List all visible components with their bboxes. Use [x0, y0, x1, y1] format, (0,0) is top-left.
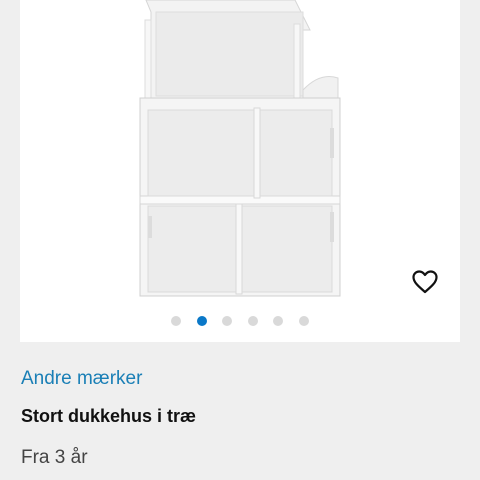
gallery-pagination	[20, 316, 460, 326]
gallery-dot[interactable]	[196, 316, 207, 326]
brand-link[interactable]: Andre mærker	[21, 368, 142, 390]
gallery-dot[interactable]	[247, 316, 258, 326]
heart-outline-icon	[412, 270, 438, 294]
gallery-dot[interactable]	[222, 316, 233, 326]
product-image-dollhouse[interactable]	[20, 0, 460, 342]
product-image-card[interactable]	[20, 0, 460, 342]
gallery-dot[interactable]	[273, 316, 284, 326]
gallery-dot[interactable]	[298, 316, 309, 326]
wishlist-button[interactable]	[408, 266, 442, 298]
product-title: Stort dukkehus i træ	[21, 406, 197, 426]
age-recommendation: Fra 3 år	[21, 447, 88, 468]
gallery-dot[interactable]	[171, 316, 182, 326]
